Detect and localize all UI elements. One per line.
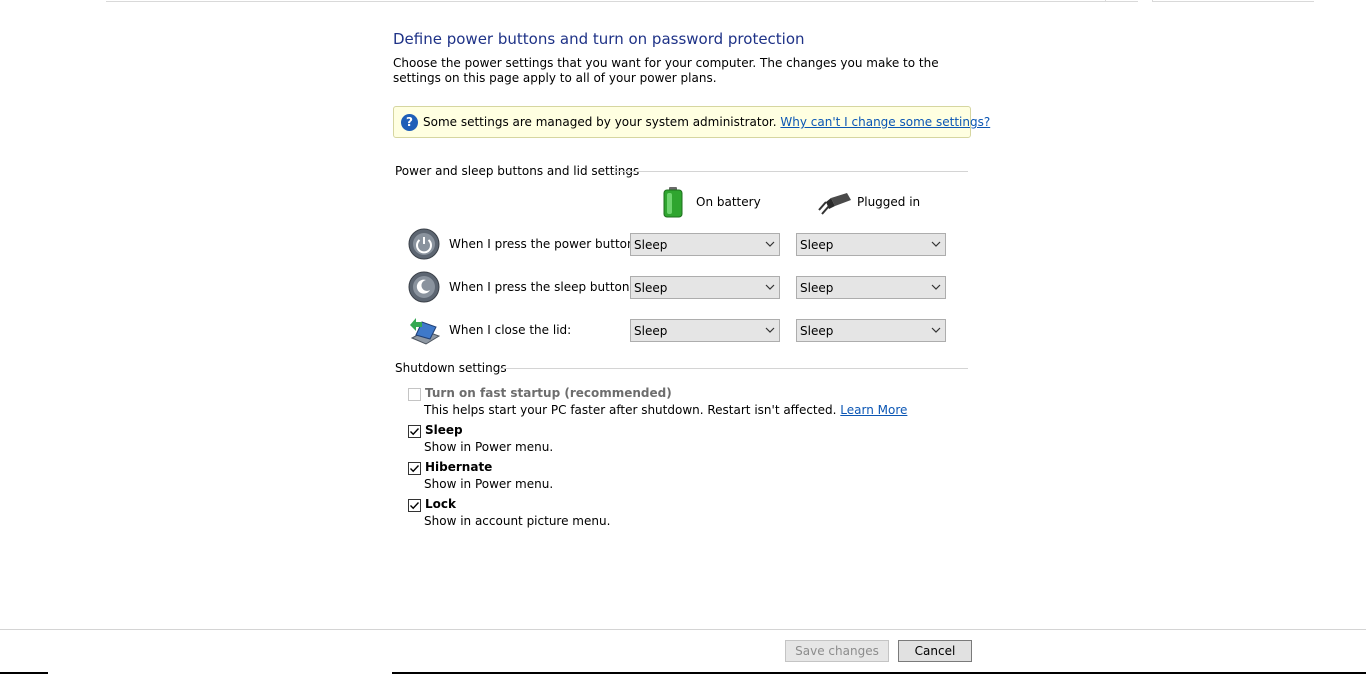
chevron-down-icon [765,327,775,333]
selected-value: Sleep [634,238,668,252]
selected-value: Sleep [634,324,668,338]
admin-notice: ? Some settings are managed by your syst… [393,106,990,138]
fast-startup-description: This helps start your PC faster after sh… [424,403,907,417]
page-description: Choose the power settings that you want … [393,56,939,85]
help-icon: ? [401,114,418,131]
lock-label: Lock [425,497,456,511]
fast-startup-checkbox[interactable] [408,388,421,401]
selected-value: Sleep [800,324,834,338]
notice-message: Some settings are managed by your system… [423,115,777,129]
laptop-lid-icon [410,318,440,345]
plugged-in-header: Plugged in [857,195,921,209]
power-buttons-section-heading: Power and sleep buttons and lid settings [395,164,640,178]
chevron-down-icon [931,284,941,290]
chevron-down-icon [765,284,775,290]
power-button-plugged-select[interactable]: Sleep [796,233,946,256]
sleep-button-label: When I press the sleep button: [449,280,634,294]
sleep-label: Sleep [425,423,463,437]
sleep-description: Show in Power menu. [424,440,554,454]
close-lid-label: When I close the lid: [449,323,572,337]
sleep-button-battery-select[interactable]: Sleep [630,276,780,299]
chevron-down-icon [931,327,941,333]
notice-text: Some settings are managed by your system… [423,115,990,129]
checkmark-icon [410,502,420,510]
chevron-down-icon [765,241,775,247]
fast-startup-label: Turn on fast startup (recommended) [425,386,672,400]
close-lid-plugged-select[interactable]: Sleep [796,319,946,342]
power-button-battery-select[interactable]: Sleep [630,233,780,256]
search-box-edge [1152,0,1314,2]
power-button-icon [408,228,440,260]
close-lid-battery-select[interactable]: Sleep [630,319,780,342]
sleep-checkbox[interactable] [408,425,421,438]
hibernate-description: Show in Power menu. [424,477,554,491]
on-battery-header: On battery [696,195,761,209]
hibernate-checkbox[interactable] [408,462,421,475]
selected-value: Sleep [800,281,834,295]
section-divider [500,368,968,369]
fast-startup-description-text: This helps start your PC faster after sh… [424,403,837,417]
power-button-label: When I press the power button: [449,237,639,251]
footer-divider [0,629,1366,630]
battery-icon [663,187,683,218]
save-changes-button[interactable]: Save changes [785,640,889,662]
lock-checkbox[interactable] [408,499,421,512]
plug-icon [818,193,851,215]
section-divider [612,171,968,172]
checkmark-icon [410,428,420,436]
selected-value: Sleep [634,281,668,295]
sleep-button-icon [408,271,440,303]
hibernate-label: Hibernate [425,460,493,474]
chevron-down-icon [931,241,941,247]
why-cant-change-link[interactable]: Why can't I change some settings? [780,115,990,129]
selected-value: Sleep [800,238,834,252]
learn-more-link[interactable]: Learn More [840,403,907,417]
checkmark-icon [410,465,420,473]
sleep-button-plugged-select[interactable]: Sleep [796,276,946,299]
page-title: Define power buttons and turn on passwor… [393,30,805,48]
cancel-button[interactable]: Cancel [898,640,972,662]
address-bar-edge [106,0,1138,2]
shutdown-settings-heading: Shutdown settings [395,361,507,375]
lock-description: Show in account picture menu. [424,514,611,528]
